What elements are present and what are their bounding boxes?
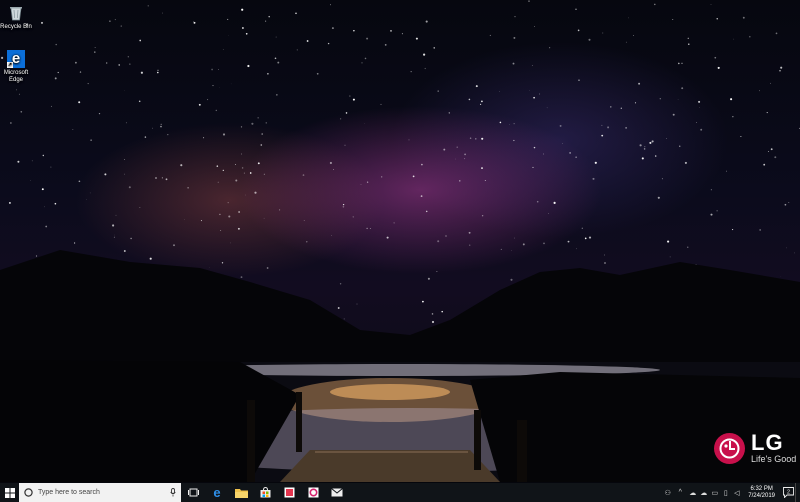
file-explorer-icon — [234, 488, 248, 498]
wooden-dock — [280, 450, 500, 482]
cloud-icon[interactable]: ☁ — [698, 483, 709, 502]
taskbar-app-red-button[interactable] — [277, 483, 301, 502]
network-icon[interactable]: ▯ — [720, 483, 731, 502]
task-view-icon — [187, 488, 199, 497]
taskbar-edge-button[interactable]: e — [205, 483, 229, 502]
lg-slogan-text: Life's Good — [751, 454, 797, 464]
taskbar: Type here to search e ⚇ ^ ☁ ☁ ▭ ▯ ◁ 6:32… — [0, 483, 800, 502]
lg-logo: LG Life's Good — [714, 432, 796, 465]
store-icon — [260, 487, 270, 498]
cortana-circle-icon — [24, 488, 33, 497]
mountains — [0, 250, 800, 368]
lg-brand-text: LG — [751, 430, 784, 455]
clock-date: 7/24/2019 — [748, 492, 775, 499]
desktop-icon-microsoft-edge[interactable]: e ↗ Microsoft Edge — [0, 50, 32, 84]
system-clock[interactable]: 6:32 PM 7/24/2019 — [742, 486, 781, 500]
show-desktop-button[interactable] — [795, 483, 800, 502]
clock-time: 6:32 PM — [750, 485, 773, 492]
action-center-button[interactable]: 2 — [781, 483, 795, 502]
search-placeholder: Type here to search — [38, 489, 100, 496]
system-tray: ⚇ ^ ☁ ☁ ▭ ▯ ◁ 6:32 PM 7/24/2019 2 — [662, 483, 800, 502]
edge-icon: e — [213, 485, 221, 500]
taskbar-store-button[interactable] — [253, 483, 277, 502]
taskbar-app-pink-button[interactable] — [301, 483, 325, 502]
notification-count: 2 — [786, 489, 789, 495]
app-red-icon — [284, 487, 294, 498]
taskbar-mail-button[interactable] — [325, 483, 349, 502]
search-box[interactable]: Type here to search — [19, 483, 181, 502]
task-view-button[interactable] — [181, 483, 205, 502]
mail-icon — [331, 488, 343, 497]
people-icon[interactable]: ⚇ — [662, 483, 673, 502]
start-button[interactable] — [0, 483, 19, 502]
microsoft-edge-label: Microsoft Edge — [3, 70, 29, 83]
show-hidden-icons-chevron-icon[interactable]: ^ — [673, 483, 687, 502]
battery-icon[interactable]: ▭ — [709, 483, 720, 502]
taskbar-file-explorer-button[interactable] — [229, 483, 253, 502]
desktop-wallpaper — [0, 0, 800, 482]
recycle-bin-label: Recycle Bin — [0, 24, 32, 30]
windows-logo-icon — [4, 487, 15, 498]
recycle-bin-icon — [7, 4, 25, 22]
edge-icon: e ↗ — [7, 50, 25, 68]
onedrive-cloud-icon[interactable]: ☁ — [687, 483, 698, 502]
microphone-icon[interactable] — [170, 488, 176, 497]
wallpaper-scene — [0, 0, 800, 482]
app-pink-icon — [308, 487, 318, 498]
shortcut-arrow-icon: ↗ — [7, 62, 13, 68]
desktop-icon-recycle-bin[interactable]: Recycle Bin — [0, 4, 32, 31]
lg-face-icon — [714, 433, 745, 464]
notification-icon: 2 — [782, 487, 794, 498]
volume-icon[interactable]: ◁ — [731, 483, 742, 502]
